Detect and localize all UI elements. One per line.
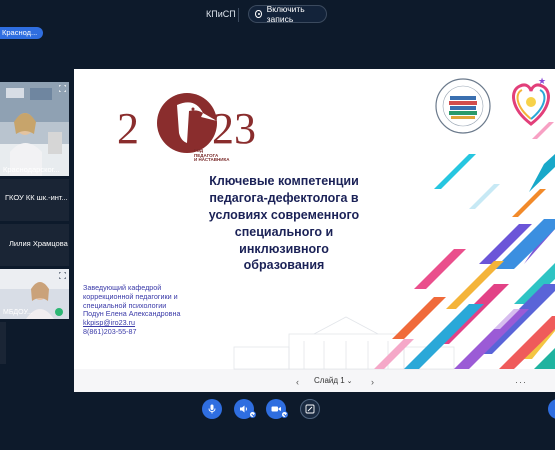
slide-title-line: педагога-дефектолога в	[209, 190, 359, 205]
slide-controls: ‹ Слайд 1 › ···	[74, 372, 555, 392]
participant-tile[interactable]	[0, 322, 6, 364]
heart-logo: ★	[512, 76, 550, 126]
slide-title-line: специального и	[234, 224, 334, 239]
dropdown-badge-icon[interactable]	[281, 411, 288, 418]
more-options-icon[interactable]: ···	[515, 377, 527, 387]
svg-text:2: 2	[117, 104, 139, 153]
svg-text:★: ★	[538, 76, 546, 86]
prev-slide-icon[interactable]: ‹	[296, 377, 299, 387]
top-bar: КПиСП Включить запись	[0, 0, 555, 30]
participant-name: Краснодарског...	[3, 165, 60, 174]
slide-title: Ключевые компетенции педагога-дефектолог…	[172, 173, 396, 274]
slide-title-line: Ключевые компетенции	[209, 174, 359, 188]
presentation-slide: 2 23 ГОД ПЕДАГОГА И НАСТАВНИКА ★ Ключевы…	[74, 69, 555, 392]
participant-name: МБДОУ...	[3, 309, 33, 316]
participant-tile[interactable]: ГКОУ КК шк.-инт...	[0, 179, 69, 221]
record-button-label: Включить запись	[266, 4, 305, 24]
slide-title-line: образования	[243, 258, 325, 273]
next-slide-icon[interactable]: ›	[371, 377, 374, 387]
screen-share-icon	[305, 404, 315, 414]
year-of-teacher-logo: 2 23	[117, 93, 256, 153]
microphone-button[interactable]	[202, 399, 222, 419]
meeting-title: КПиСП	[206, 9, 236, 19]
slide-title-line: условиях современного	[208, 207, 360, 222]
record-button[interactable]: Включить запись	[248, 4, 327, 24]
location-chip[interactable]: Краснод...	[0, 27, 44, 39]
logo-caption-line: И НАСТАВНИКА	[194, 157, 230, 163]
contact-phone: 8(861)203-55-87	[83, 326, 137, 336]
participant-name: ГКОУ КК шк.-инт...	[5, 193, 68, 202]
institute-emblem	[435, 78, 491, 134]
slide-selector[interactable]: Слайд 1	[314, 376, 353, 385]
slide-title-line: инклюзивного	[239, 241, 329, 256]
dropdown-badge-icon[interactable]	[249, 411, 256, 418]
participant-tile[interactable]: МБДОУ...	[0, 269, 69, 319]
participant-video	[0, 82, 69, 176]
screen-share-button[interactable]	[300, 399, 320, 419]
logo-caption: ГОД ПЕДАГОГА И НАСТАВНИКА	[194, 148, 230, 163]
participant-name: Лилия Храмцова	[9, 239, 68, 248]
record-icon	[255, 10, 262, 18]
svg-text:23: 23	[212, 104, 256, 153]
microphone-icon	[208, 404, 216, 414]
expand-icon[interactable]	[59, 85, 66, 92]
divider	[238, 8, 239, 22]
contact-info: Заведующий кафедрой коррекционной педаго…	[83, 283, 180, 337]
participant-tile[interactable]: Лилия Храмцова	[0, 224, 69, 266]
participant-tile[interactable]: Краснодарског...	[0, 82, 69, 176]
expand-icon[interactable]	[59, 272, 66, 279]
mic-active-icon	[55, 308, 63, 316]
camera-icon	[271, 406, 281, 412]
speaker-icon	[240, 405, 247, 413]
